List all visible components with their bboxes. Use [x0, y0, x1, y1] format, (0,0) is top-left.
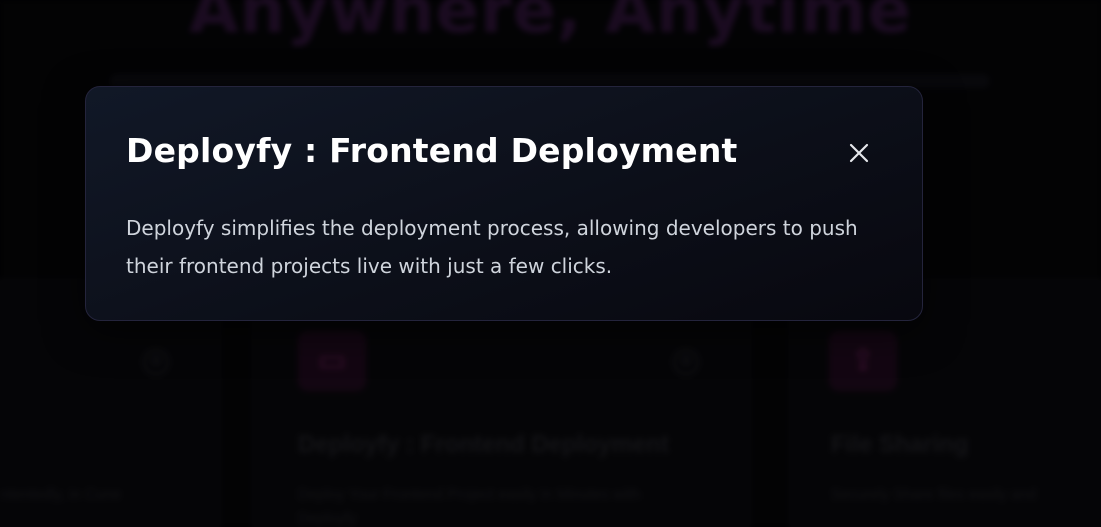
close-button[interactable]	[844, 138, 874, 168]
modal-title: Deployfy : Frontend Deployment	[126, 131, 738, 170]
page: Anywhere, Anytime ⚙ ntentedly, in Cune ▭…	[0, 0, 1101, 527]
modal-description: Deployfy simplifies the deployment proce…	[126, 216, 858, 278]
close-icon	[849, 143, 869, 163]
project-details-modal: Deployfy : Frontend Deployment Deployfy …	[85, 86, 923, 321]
